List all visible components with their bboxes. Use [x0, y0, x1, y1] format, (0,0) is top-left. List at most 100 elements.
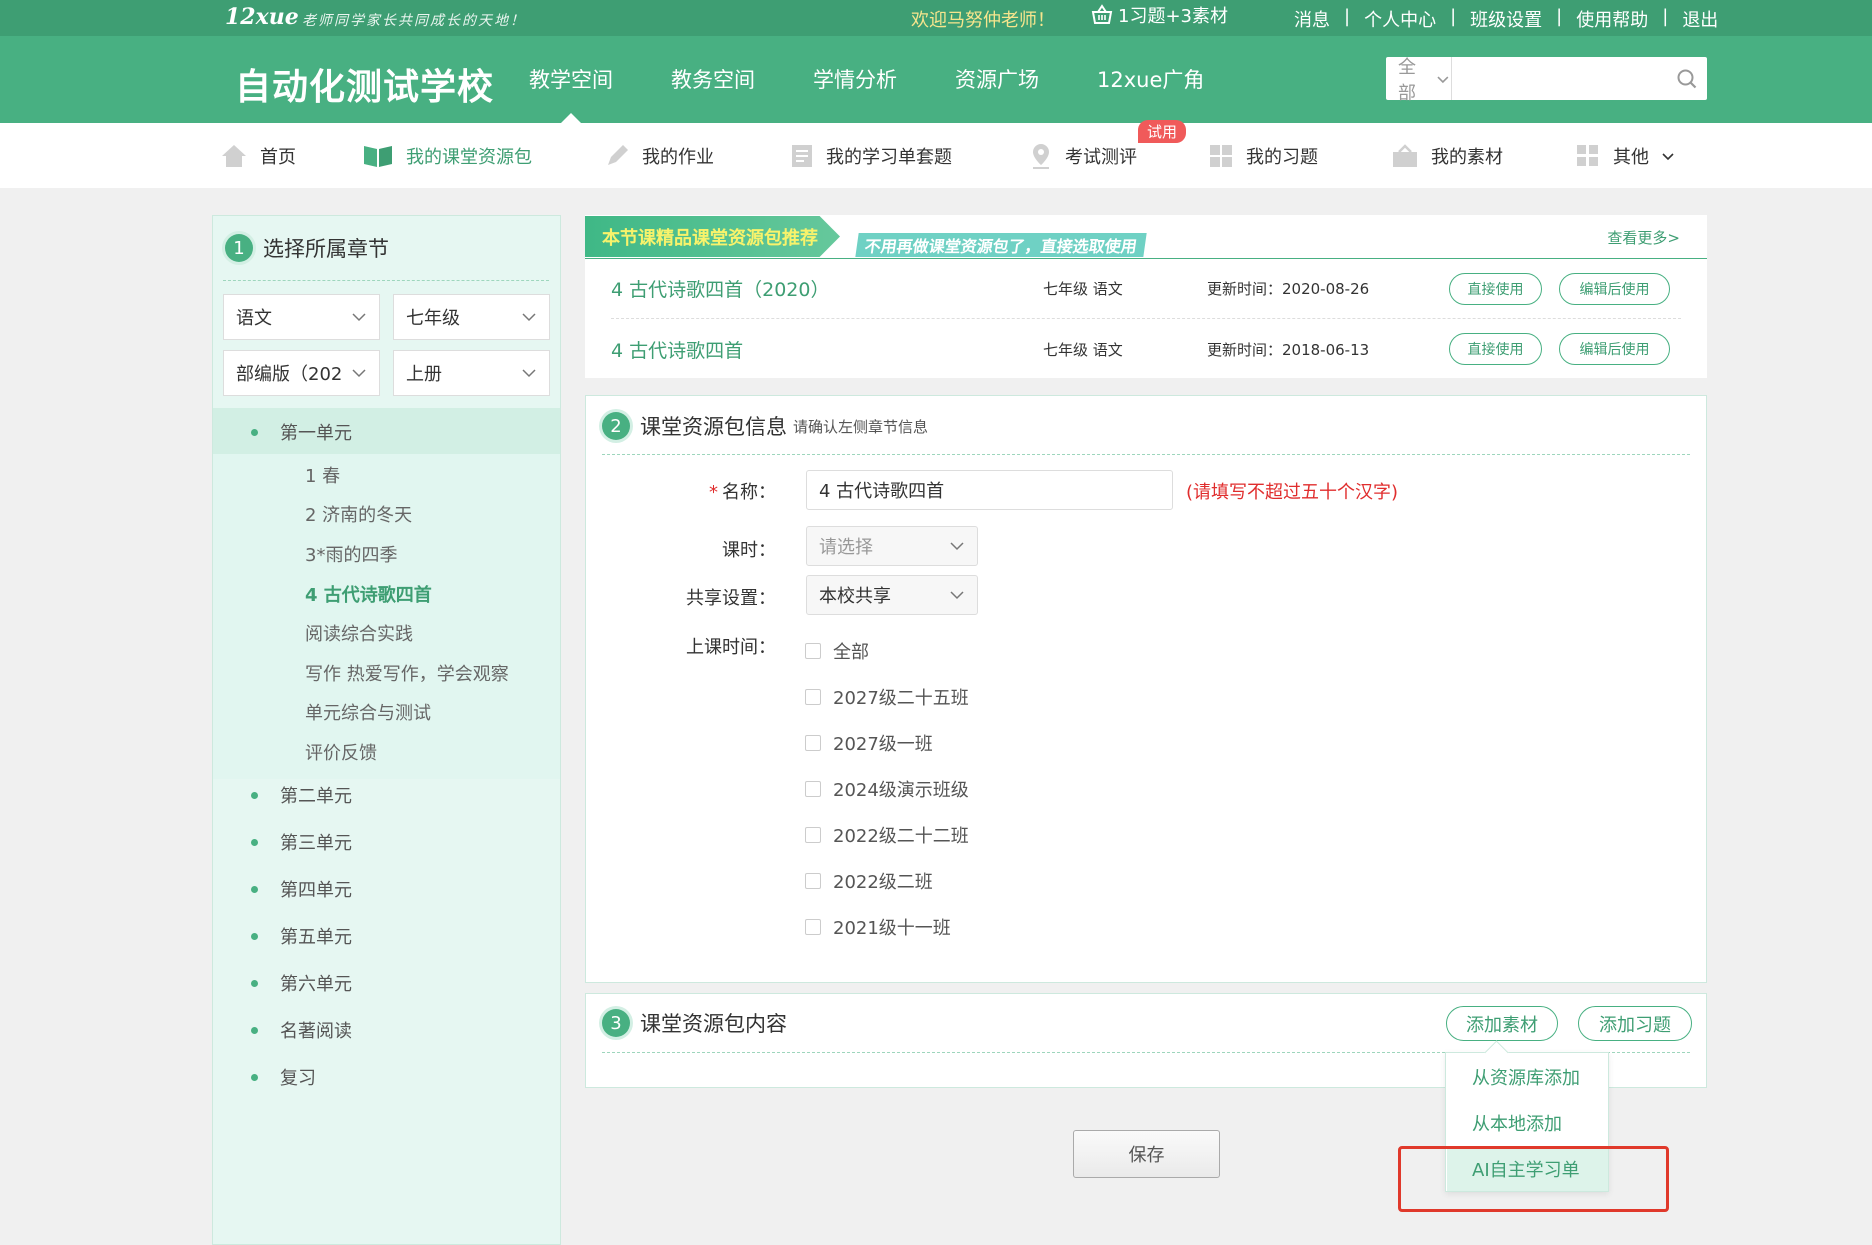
divider	[223, 280, 549, 281]
grade-select[interactable]: 七年级	[393, 294, 550, 340]
class-checkbox[interactable]: 2027级一班	[805, 730, 933, 756]
link-messages[interactable]: 消息	[1280, 6, 1344, 32]
link-class-settings[interactable]: 班级设置	[1456, 6, 1556, 32]
class-checkbox[interactable]: 全部	[805, 638, 869, 664]
save-button[interactable]: 保存	[1073, 1130, 1220, 1178]
unit-label: 第四单元	[280, 880, 352, 901]
subnav-my-homework[interactable]: 我的作业	[604, 123, 714, 188]
class-checkbox[interactable]: 2022级二十二班	[805, 822, 969, 848]
link-logout[interactable]: 退出	[1668, 6, 1732, 32]
checkbox[interactable]	[805, 827, 821, 843]
menu-add-from-library[interactable]: 从资源库添加	[1472, 1064, 1580, 1090]
class-checkbox[interactable]: 2024级演示班级	[805, 776, 969, 802]
checkbox[interactable]	[805, 689, 821, 705]
class-label: 2027级一班	[833, 734, 933, 755]
subnav-home[interactable]: 首页	[220, 123, 296, 188]
lesson-item[interactable]: 写作 热爱写作，学会观察	[305, 660, 509, 686]
nav-admin-space[interactable]: 教务空间	[642, 64, 784, 123]
edition-select[interactable]: 部编版（202	[223, 350, 380, 396]
chevron-down-icon	[1437, 75, 1449, 83]
recommend-title[interactable]: 4 古代诗歌四首（2020）	[611, 275, 1043, 302]
checkbox[interactable]	[805, 735, 821, 751]
subnav-my-materials[interactable]: 我的素材	[1391, 123, 1503, 188]
menu-add-from-local[interactable]: 从本地添加	[1472, 1110, 1562, 1136]
unit-item[interactable]: 第五单元	[251, 923, 352, 949]
subnav-label: 我的习题	[1246, 146, 1318, 168]
unit-item[interactable]: 复习	[251, 1064, 316, 1090]
class-checkbox[interactable]: 2027级二十五班	[805, 684, 969, 710]
link-help[interactable]: 使用帮助	[1562, 6, 1662, 32]
subnav-my-worksheets[interactable]: 我的学习单套题	[790, 123, 952, 188]
site-logo[interactable]: 12xue	[225, 4, 299, 30]
class-label: 2022级二十二班	[833, 826, 969, 847]
nav-teaching-space[interactable]: 教学空间	[500, 64, 642, 123]
lesson-item[interactable]: 3*雨的四季	[305, 541, 397, 567]
lesson-item[interactable]: 阅读综合实践	[305, 620, 413, 646]
use-directly-button[interactable]: 直接使用	[1449, 333, 1542, 365]
edit-then-use-button[interactable]: 编辑后使用	[1559, 272, 1670, 305]
class-checkbox[interactable]: 2021级十一班	[805, 914, 951, 940]
add-question-button[interactable]: 添加习题	[1578, 1006, 1692, 1041]
class-label: 2022级二班	[833, 872, 933, 893]
subnav-label: 考试测评	[1065, 146, 1137, 168]
recommend-title[interactable]: 4 古代诗歌四首	[611, 336, 1043, 363]
unit-item[interactable]: 第四单元	[251, 876, 352, 902]
unit-item[interactable]: 第二单元	[251, 782, 352, 808]
content-title: 课堂资源包内容	[640, 1012, 787, 1036]
subject-select[interactable]: 语文	[223, 294, 380, 340]
search-button[interactable]	[1667, 68, 1707, 90]
edit-then-use-button[interactable]: 编辑后使用	[1559, 333, 1670, 365]
subnav-exams[interactable]: 考试测评	[1029, 123, 1137, 188]
search-scope-select[interactable]: 全部	[1386, 57, 1453, 104]
period-select[interactable]: 请选择	[806, 526, 978, 566]
add-material-button[interactable]: 添加素材	[1446, 1006, 1558, 1041]
name-label: * 名称：	[666, 478, 776, 504]
checkbox[interactable]	[805, 919, 821, 935]
top-links: 消息 | 个人中心 | 班级设置 | 使用帮助 | 退出	[1280, 6, 1732, 32]
lesson-item[interactable]: 单元综合与测试	[305, 699, 431, 725]
recommend-panel: 本节课精品课堂资源包推荐 不用再做课堂资源包了，直接选取使用 查看更多> 4 古…	[585, 215, 1707, 378]
volume-value: 上册	[406, 364, 442, 385]
worksheet-icon	[792, 144, 812, 167]
volume-select[interactable]: 上册	[393, 350, 550, 396]
lesson-item[interactable]: 2 济南的冬天	[305, 501, 412, 527]
class-checkbox[interactable]: 2022级二班	[805, 868, 933, 894]
subnav-other[interactable]: 其他	[1575, 123, 1675, 188]
unit-item[interactable]: 第一单元	[251, 419, 352, 445]
nav-12xue-corner[interactable]: 12xue广角	[1068, 64, 1233, 123]
name-field[interactable]: 4 古代诗歌四首	[806, 470, 1173, 510]
info-header: 2 课堂资源包信息 请确认左侧章节信息	[602, 411, 928, 441]
class-label: 全部	[833, 642, 869, 663]
chevron-down-icon	[950, 542, 964, 551]
location-pin-icon	[1033, 143, 1049, 169]
search-input[interactable]	[1452, 57, 1668, 100]
lesson-item-selected[interactable]: 4 古代诗歌四首	[305, 581, 432, 607]
link-profile[interactable]: 个人中心	[1350, 6, 1450, 32]
subnav-label: 我的作业	[642, 146, 714, 168]
step-number: 3	[602, 1009, 630, 1037]
basket[interactable]: 1习题+3素材	[1090, 2, 1228, 28]
unit-item[interactable]: 第六单元	[251, 970, 352, 996]
subnav-my-questions[interactable]: 我的习题	[1208, 123, 1318, 188]
bullet	[251, 1026, 258, 1034]
chevron-down-icon	[352, 313, 366, 322]
nav-analysis[interactable]: 学情分析	[784, 64, 926, 123]
share-label: 共享设置：	[686, 588, 776, 609]
share-select[interactable]: 本校共享	[806, 575, 978, 615]
basket-count: 1习题+3素材	[1118, 6, 1228, 27]
share-value: 本校共享	[819, 586, 891, 607]
checkbox[interactable]	[805, 643, 821, 659]
unit-item[interactable]: 名著阅读	[251, 1017, 352, 1043]
checkbox[interactable]	[805, 873, 821, 889]
lesson-item[interactable]: 评价反馈	[305, 739, 377, 765]
unit-label: 第一单元	[280, 423, 352, 444]
nav-resource-square[interactable]: 资源广场	[926, 64, 1068, 123]
subnav-my-packages[interactable]: 我的课堂资源包	[362, 123, 532, 188]
recommend-tag: 本节课精品课堂资源包推荐	[585, 216, 840, 257]
lesson-item[interactable]: 1 春	[305, 462, 340, 488]
checkbox[interactable]	[805, 781, 821, 797]
unit-item[interactable]: 第三单元	[251, 829, 352, 855]
use-directly-button[interactable]: 直接使用	[1449, 272, 1542, 305]
view-more-link[interactable]: 查看更多>	[1607, 227, 1680, 248]
class-label: 2024级演示班级	[833, 780, 969, 801]
